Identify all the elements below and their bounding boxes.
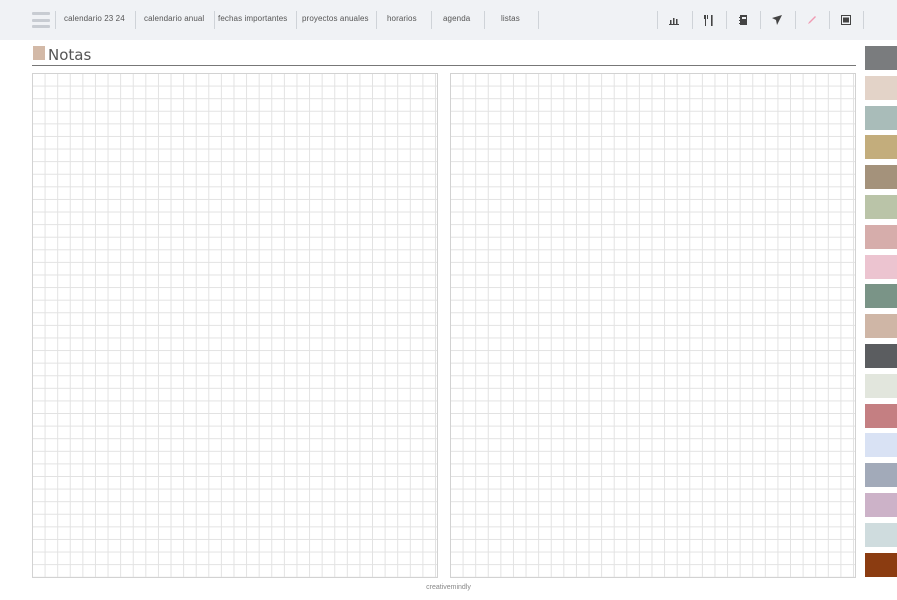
bar-chart-icon[interactable] xyxy=(667,12,681,28)
notes-grid-right[interactable] xyxy=(450,73,856,578)
color-tab[interactable] xyxy=(865,493,897,517)
color-tab[interactable] xyxy=(865,373,897,398)
nav-item-horarios[interactable]: horarios xyxy=(387,14,417,23)
nav-separator xyxy=(135,11,136,29)
color-tab[interactable] xyxy=(865,463,897,488)
nav-item-fechas-importantes[interactable]: fechas importantes xyxy=(218,14,287,23)
color-tab[interactable] xyxy=(865,552,897,577)
nav-item-calendario-anual[interactable]: calendario anual xyxy=(144,14,204,23)
nav-separator xyxy=(214,11,215,29)
tablet-icon[interactable] xyxy=(839,12,853,28)
nav-separator xyxy=(484,11,485,29)
pencil-icon[interactable] xyxy=(805,12,819,28)
nav-separator xyxy=(795,11,796,29)
footer-credit: creativemindly xyxy=(426,584,471,591)
nav-separator xyxy=(829,11,830,29)
color-tab[interactable] xyxy=(865,195,897,219)
nav-separator xyxy=(538,11,539,29)
color-tab[interactable] xyxy=(865,46,897,70)
nav-item-proyectos-anuales[interactable]: proyectos anuales xyxy=(302,14,369,23)
airplane-icon[interactable] xyxy=(770,12,784,28)
title-underline xyxy=(32,65,856,66)
title-color-swatch xyxy=(33,46,45,60)
color-tab[interactable] xyxy=(865,254,897,279)
color-tab[interactable] xyxy=(865,403,897,428)
color-tab[interactable] xyxy=(865,165,897,190)
page-title: Notas xyxy=(48,46,92,64)
notebook-icon[interactable] xyxy=(736,12,750,28)
nav-separator xyxy=(657,11,658,29)
nav-separator xyxy=(55,11,56,29)
nav-item-agenda[interactable]: agenda xyxy=(443,14,470,23)
nav-separator xyxy=(863,11,864,29)
nav-separator xyxy=(376,11,377,29)
color-tab[interactable] xyxy=(865,224,897,249)
top-navigation-bar: calendario 23 24 calendario anual fechas… xyxy=(0,0,897,40)
color-tab[interactable] xyxy=(865,433,897,458)
menu-icon[interactable] xyxy=(32,12,50,28)
color-tab[interactable] xyxy=(865,314,897,339)
color-tab[interactable] xyxy=(865,284,897,309)
nav-separator xyxy=(760,11,761,29)
color-tab[interactable] xyxy=(865,522,897,547)
notes-grid-left[interactable] xyxy=(32,73,438,578)
color-tab[interactable] xyxy=(865,344,897,368)
nav-item-calendario-23-24[interactable]: calendario 23 24 xyxy=(64,14,125,23)
nav-separator xyxy=(431,11,432,29)
color-tab[interactable] xyxy=(865,105,897,130)
nav-separator xyxy=(726,11,727,29)
nav-separator xyxy=(296,11,297,29)
color-tab[interactable] xyxy=(865,75,897,100)
color-tab[interactable] xyxy=(865,135,897,160)
utensils-icon[interactable] xyxy=(702,12,716,28)
nav-item-listas[interactable]: listas xyxy=(501,14,520,23)
nav-separator xyxy=(692,11,693,29)
